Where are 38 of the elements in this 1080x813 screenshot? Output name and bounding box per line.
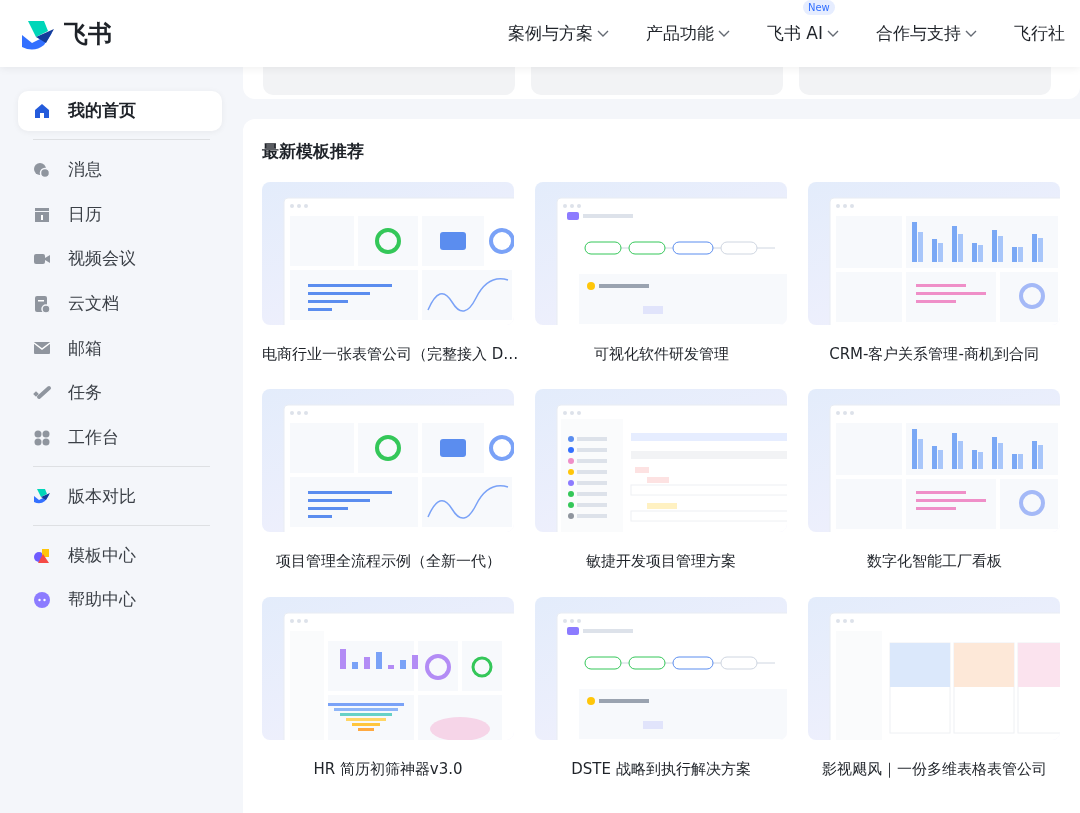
nav-menu-item[interactable]: 产品功能 bbox=[645, 20, 730, 47]
template-title[interactable]: 影视飓风｜一份多维表格表管公司 bbox=[808, 757, 1060, 780]
sidebar-item[interactable]: 任务 bbox=[18, 372, 222, 413]
template-title[interactable]: DSTE 战略到执行解决方案 bbox=[535, 757, 787, 780]
analytics-dashboard-preview[interactable] bbox=[808, 181, 1060, 325]
sidebar-item[interactable]: 帮助中心 bbox=[18, 580, 222, 621]
flowchart-preview[interactable] bbox=[535, 181, 787, 325]
template-title[interactable]: 可视化软件研发管理 bbox=[535, 342, 787, 365]
sidebar-item[interactable]: 邮箱 bbox=[18, 328, 222, 369]
sidebar-item[interactable]: 日历 bbox=[18, 194, 222, 235]
sidebar-item[interactable]: 视频会议 bbox=[18, 239, 222, 280]
dashboard-preview[interactable] bbox=[262, 181, 514, 325]
template-title[interactable]: HR 简历初筛神器v3.0 bbox=[262, 757, 514, 780]
section-title: 最新模板推荐 bbox=[262, 140, 365, 163]
template-title[interactable]: 敏捷开发项目管理方案 bbox=[535, 550, 787, 573]
sidebar-item[interactable]: 工作台 bbox=[18, 417, 222, 458]
nav-menu-item[interactable]: 飞书 AI bbox=[766, 20, 839, 47]
recruiting-dashboard-preview[interactable] bbox=[262, 596, 514, 740]
nav-menu-item[interactable]: 合作与支持 bbox=[876, 20, 977, 47]
document-icon bbox=[32, 293, 52, 314]
sidebar-item[interactable]: 云文档 bbox=[18, 283, 222, 324]
nav-menu-item[interactable]: 案例与方案 bbox=[507, 20, 609, 47]
dashboard-preview[interactable] bbox=[262, 389, 514, 532]
home-icon bbox=[32, 101, 52, 121]
logo-text[interactable]: 飞书 bbox=[64, 15, 112, 52]
sidebar-item[interactable]: 版本对比 bbox=[18, 476, 222, 517]
chat-bubbles-icon bbox=[32, 160, 52, 180]
template-title[interactable]: CRM-客户关系管理-商机到合同 bbox=[808, 342, 1060, 365]
sidebar-item[interactable]: 消息 bbox=[18, 150, 222, 190]
template-title[interactable]: 项目管理全流程示例（全新一代） bbox=[262, 550, 514, 573]
sidebar-item[interactable]: 模板中心 bbox=[18, 535, 222, 576]
nav-menu-item[interactable]: 飞行社 bbox=[1014, 20, 1065, 47]
flowchart-preview[interactable] bbox=[535, 596, 787, 740]
analytics-dashboard-preview[interactable] bbox=[808, 389, 1060, 532]
template-title[interactable]: 数字化智能工厂看板 bbox=[808, 550, 1060, 573]
sidebar-item[interactable]: 我的首页 bbox=[18, 91, 222, 131]
robot-face-icon bbox=[32, 590, 52, 611]
new-badge: New bbox=[802, 0, 835, 15]
